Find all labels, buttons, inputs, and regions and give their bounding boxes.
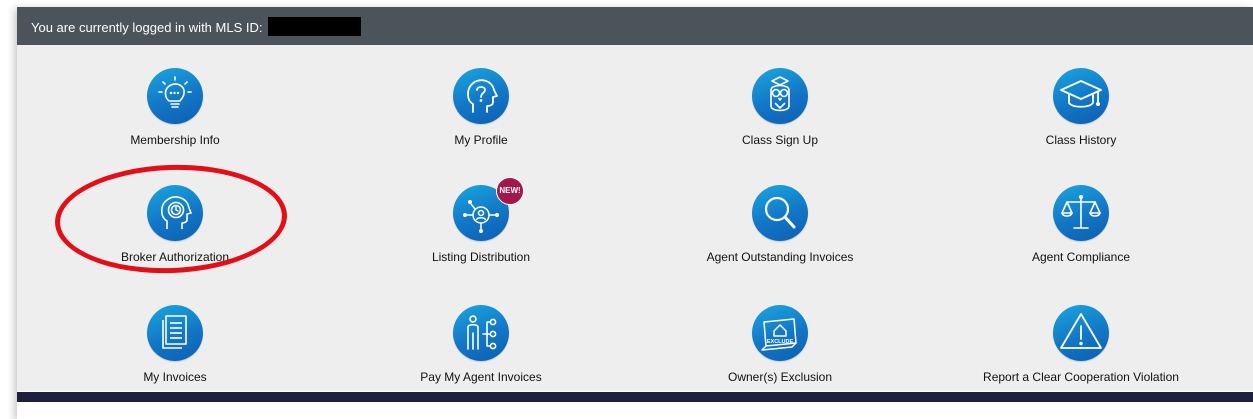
tile-class-sign-up[interactable]: Class Sign Up <box>670 68 890 148</box>
tile-label: Agent Outstanding Invoices <box>706 250 854 264</box>
tile-my-invoices[interactable]: My Invoices <box>65 305 285 385</box>
tile-listing-distribution[interactable]: NEW! Listing Distribution <box>371 177 591 265</box>
tile-label: My Profile <box>454 133 508 147</box>
exclude-sign-icon: EXCLUDE <box>752 305 808 361</box>
tile-label: My Invoices <box>143 370 207 384</box>
tile-class-history[interactable]: Class History <box>971 68 1191 148</box>
person-flowchart-icon <box>453 305 509 361</box>
footer-bar <box>17 392 1253 402</box>
lightbulb-icon <box>147 68 203 124</box>
exclude-text: EXCLUDE <box>767 339 794 345</box>
login-status-bar: You are currently logged in with MLS ID: <box>17 7 1253 45</box>
footer-spacer <box>17 402 1253 419</box>
head-question-icon <box>453 68 509 124</box>
tile-label: Class Sign Up <box>741 133 819 147</box>
owl-icon <box>752 68 808 124</box>
login-status: You are currently logged in with MLS ID: <box>31 17 362 36</box>
tile-my-profile[interactable]: My Profile <box>371 68 591 148</box>
tile-label: Owner(s) Exclusion <box>727 370 833 384</box>
tile-pay-my-agent-invoices[interactable]: Pay My Agent Invoices <box>371 305 591 385</box>
tile-label: Report a Clear Cooperation Violation <box>983 370 1179 384</box>
tile-label: Class History <box>1045 133 1117 147</box>
tile-membership-info[interactable]: Membership Info <box>65 68 285 148</box>
redacted-mls-id <box>268 17 362 36</box>
scales-icon <box>1053 185 1109 241</box>
tile-label: Membership Info <box>130 133 220 147</box>
graduation-cap-icon <box>1053 68 1109 124</box>
tile-owners-exclusion[interactable]: EXCLUDE Owner(s) Exclusion <box>670 305 890 385</box>
tile-agent-compliance[interactable]: Agent Compliance <box>971 185 1191 265</box>
warning-triangle-icon <box>1053 305 1109 361</box>
new-badge: NEW! <box>496 177 524 205</box>
documents-icon <box>147 305 203 361</box>
tile-label: Pay My Agent Invoices <box>420 370 542 384</box>
tile-label: Agent Compliance <box>1031 250 1131 264</box>
tile-agent-outstanding-invoices[interactable]: Agent Outstanding Invoices <box>670 185 890 265</box>
login-status-text: You are currently logged in with MLS ID: <box>31 20 263 35</box>
tile-report-clear-cooperation-violation[interactable]: Report a Clear Cooperation Violation <box>971 305 1191 385</box>
tile-label: Listing Distribution <box>431 250 531 264</box>
magnifier-icon <box>752 185 808 241</box>
